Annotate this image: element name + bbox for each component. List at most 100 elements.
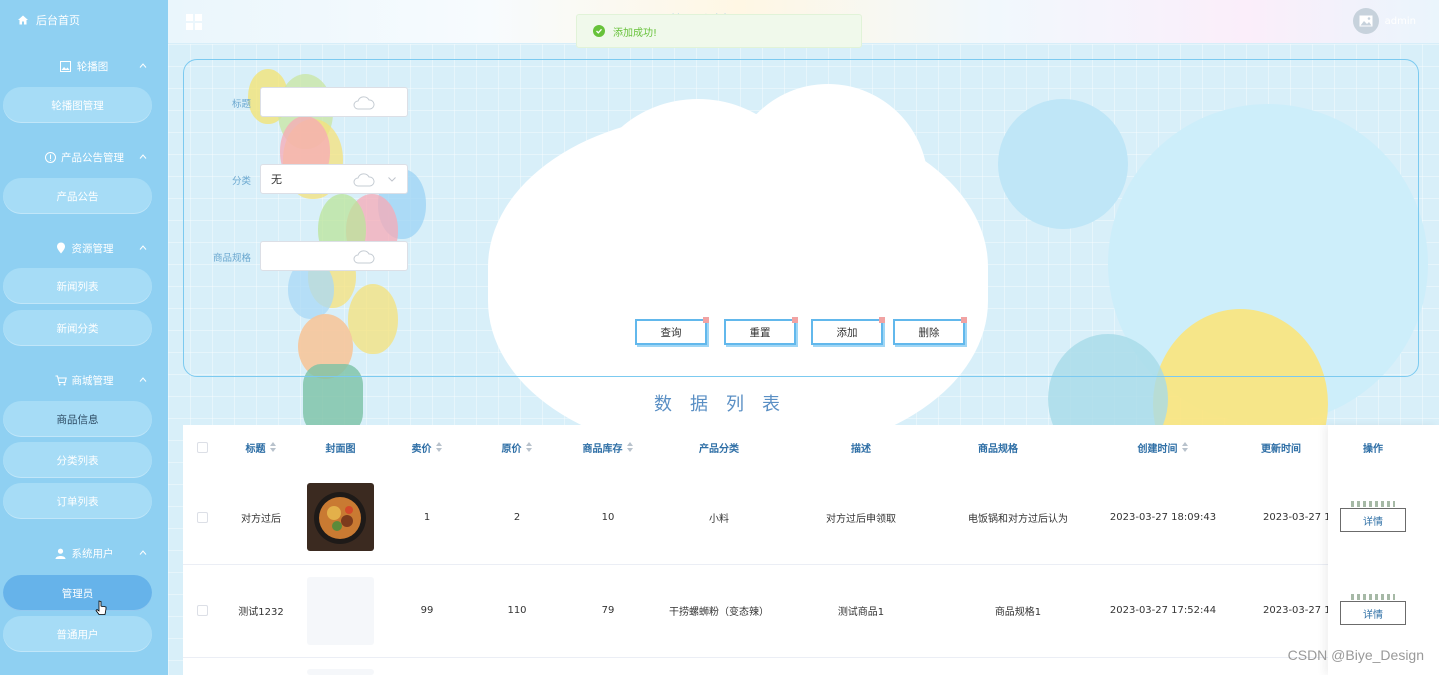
menu-group-label: 产品公告管理 (61, 151, 124, 164)
column-header-label: 描述 (851, 443, 871, 455)
sidebar-item-label: 新闻列表 (56, 280, 99, 293)
detail-button[interactable]: 详情 (1340, 594, 1406, 625)
sidebar-item-news-list[interactable]: 新闻列表 (3, 268, 152, 304)
menu-group-label: 系统用户 (71, 547, 114, 560)
sidebar-item-admin[interactable]: 管理员 (3, 575, 152, 611)
grid-icon[interactable] (186, 14, 202, 30)
chevron-down-icon (388, 177, 396, 182)
column-header-label: 创建时间 (1137, 443, 1178, 455)
column-header-label: 原价 (501, 443, 522, 455)
avatar[interactable] (1353, 8, 1379, 34)
cell-description: 对方过后申领取 (826, 513, 896, 525)
sidebar-item-label: 产品公告 (56, 190, 99, 203)
data-table: 标题 封面图 卖价 原价 商品库存 产品分类 描述 商品规格 创建时间 更新时间… (183, 425, 1419, 675)
sidebar-item-label: 轮播图管理 (51, 99, 104, 112)
sort-icon[interactable] (626, 442, 634, 452)
operations-column: 操作 详情 详情 (1328, 425, 1439, 675)
sidebar-item-order-list[interactable]: 订单列表 (3, 483, 152, 519)
row-checkbox[interactable] (197, 605, 208, 616)
cell-description: 测试商品1 (837, 606, 885, 618)
menu-group-announcement[interactable]: 产品公告管理 (0, 145, 168, 169)
query-button[interactable]: 查询 (635, 317, 709, 345)
cell-sell-price: 99 (420, 604, 434, 616)
column-header-label: 产品分类 (699, 443, 739, 455)
cell-updated: 2023-03-27 18 (1263, 511, 1333, 523)
column-header-label: 商品规格 (978, 443, 1018, 455)
column-header-category: 产品分类 (659, 440, 779, 455)
delete-button[interactable]: 删除 (893, 317, 967, 345)
sidebar-item-product-info[interactable]: 商品信息 (3, 401, 152, 437)
cover-image-placeholder (307, 577, 374, 645)
cell-updated: 2023-03-27 18 (1263, 604, 1333, 616)
reset-button[interactable]: 重置 (724, 317, 798, 345)
cloud-icon (353, 96, 375, 110)
sort-icon[interactable] (435, 442, 443, 452)
cell-sell-price: 1 (423, 511, 431, 523)
cell-title: 测试1232 (238, 606, 284, 618)
sidebar-item-carousel-manage[interactable]: 轮播图管理 (3, 87, 152, 123)
menu-group-carousel[interactable]: 轮播图 (0, 54, 168, 78)
cell-orig-price: 2 (513, 511, 521, 523)
column-header-label: 卖价 (411, 443, 432, 455)
add-button[interactable]: 添加 (811, 317, 885, 345)
sidebar-item-normal-user[interactable]: 普通用户 (3, 616, 152, 652)
section-title: 数据列表 (654, 394, 798, 415)
column-header-label: 商品库存 (582, 443, 623, 455)
success-toast: 添加成功! (576, 14, 862, 48)
spec-label: 商品规格 (212, 253, 251, 264)
title-input[interactable] (260, 87, 408, 117)
menu-group-system-users[interactable]: 系统用户 (0, 541, 168, 565)
sidebar-item-news-category[interactable]: 新闻分类 (3, 310, 152, 346)
cell-stock: 79 (601, 604, 615, 616)
menu-group-label: 商城管理 (71, 374, 114, 387)
chevron-up-icon (138, 242, 148, 252)
success-icon (593, 25, 605, 37)
chevron-up-icon (138, 547, 148, 557)
detail-button[interactable]: 详情 (1340, 501, 1406, 532)
row-divider (183, 564, 1419, 565)
chevron-up-icon (138, 60, 148, 70)
cover-image (307, 483, 374, 551)
avatar-icon (1359, 15, 1373, 27)
sidebar-item-category-list[interactable]: 分类列表 (3, 442, 152, 478)
user-icon (55, 547, 67, 559)
image-icon (60, 60, 72, 72)
sidebar: 后台首页 轮播图 轮播图管理 产品公告管理 产品公告 资源管理 新闻列表 新闻分… (0, 0, 168, 675)
sort-icon[interactable] (269, 442, 277, 452)
cell-spec: 电饭锅和对方过后认为 (968, 513, 1068, 525)
info-icon (44, 151, 56, 163)
cell-created: 2023-03-27 17:52:44 (1109, 604, 1217, 616)
column-header-actions: 操作 (1363, 443, 1383, 455)
username[interactable]: admin (1385, 16, 1416, 27)
cell-stock: 10 (601, 511, 615, 523)
column-header-label: 封面图 (325, 443, 356, 455)
mouse-cursor-icon (95, 600, 107, 615)
column-header-title[interactable]: 标题 (221, 440, 301, 455)
sort-icon[interactable] (1181, 442, 1189, 452)
menu-group-label: 资源管理 (71, 242, 114, 255)
cart-icon (55, 374, 67, 386)
sidebar-home[interactable]: 后台首页 (0, 6, 168, 34)
cloud-icon (353, 250, 375, 264)
column-header-sell-price[interactable]: 卖价 (387, 440, 467, 455)
menu-group-resources[interactable]: 资源管理 (0, 236, 168, 260)
chevron-up-icon (138, 374, 148, 384)
cover-image-placeholder (307, 669, 374, 675)
sidebar-item-label: 普通用户 (56, 628, 99, 641)
column-header-orig-price[interactable]: 原价 (477, 440, 557, 455)
column-header-stock[interactable]: 商品库存 (563, 440, 653, 455)
column-header-spec: 商品规格 (938, 440, 1058, 455)
column-header-created[interactable]: 创建时间 (1093, 440, 1233, 455)
row-checkbox[interactable] (197, 512, 208, 523)
category-select[interactable]: 无 (260, 164, 408, 194)
select-all-checkbox[interactable] (197, 442, 208, 453)
sidebar-item-label: 管理员 (61, 587, 94, 600)
sidebar-item-announcement[interactable]: 产品公告 (3, 178, 152, 214)
menu-group-mall[interactable]: 商城管理 (0, 368, 168, 392)
menu-group-label: 轮播图 (76, 60, 109, 73)
row-divider (183, 657, 1419, 658)
spec-input[interactable] (260, 241, 408, 271)
sort-icon[interactable] (525, 442, 533, 452)
toast-message: 添加成功! (613, 27, 658, 39)
cell-title: 对方过后 (241, 513, 281, 525)
